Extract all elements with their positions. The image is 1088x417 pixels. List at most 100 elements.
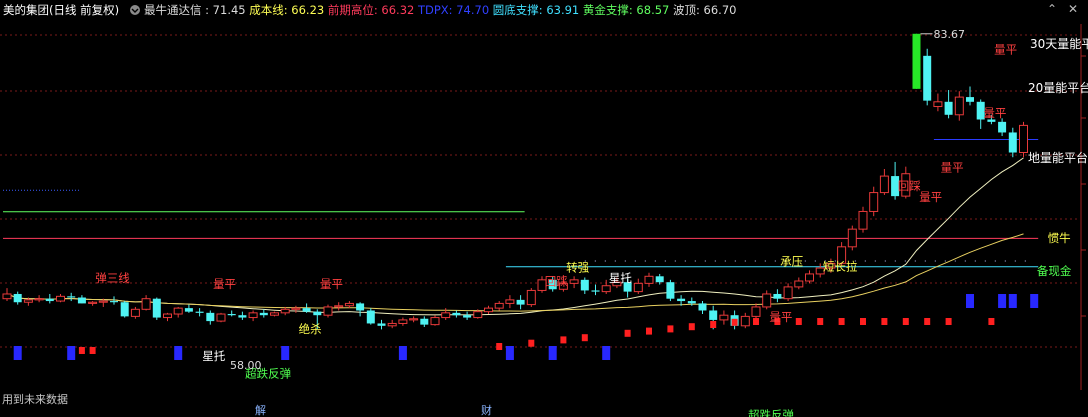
candle-body-79 <box>847 228 857 248</box>
candle-body-43 <box>463 315 472 318</box>
future-data-label: 用到未来数据 <box>2 392 68 406</box>
candle-body-27 <box>291 307 301 310</box>
marker-16: 量平 <box>320 277 343 291</box>
candle-body-63 <box>677 298 686 302</box>
candle-body-26 <box>280 308 290 314</box>
candle-body-38 <box>409 318 419 321</box>
right-label-0: 30天量能平台 <box>1030 36 1088 51</box>
candle-body-9 <box>98 300 108 303</box>
marker-6: 备现金 <box>1037 264 1072 278</box>
candle-body-39 <box>420 318 429 325</box>
candle-body-10 <box>110 301 118 303</box>
candle-body-42 <box>452 312 461 316</box>
signal-bar-20 <box>753 318 759 325</box>
marker-13: 回踩 <box>545 275 568 289</box>
signal-bar-22 <box>795 318 802 325</box>
right-label-1: 20量能平台 <box>1028 80 1088 95</box>
candle-body-85 <box>912 33 921 89</box>
candle-body-80 <box>858 210 868 230</box>
candle-body-72 <box>773 293 782 299</box>
signal-bar-19 <box>731 318 738 326</box>
candle-body-12 <box>130 308 140 317</box>
candle-body-54 <box>580 279 589 291</box>
signal-bar-32 <box>998 294 1007 308</box>
candle-body-55 <box>591 290 600 292</box>
signal-bar-17 <box>688 323 695 331</box>
candle-body-14 <box>152 298 161 318</box>
signal-bar-3 <box>89 347 96 354</box>
candle-body-16 <box>173 307 183 315</box>
event-marker-jie[interactable]: 解 <box>255 403 266 417</box>
signal-bar-18 <box>710 321 717 328</box>
candle-body-17 <box>184 308 193 312</box>
candle-body-53 <box>569 279 579 284</box>
candle-body-95 <box>1019 124 1028 154</box>
signal-bar-27 <box>902 318 909 325</box>
candle-body-33 <box>356 303 365 311</box>
readout-3: TDPX: 74.70 <box>417 3 493 17</box>
candle-body-59 <box>633 282 643 293</box>
readout-1: 成本线: 66.23 <box>249 3 328 17</box>
candle-body-87 <box>933 101 943 108</box>
candle-body-45 <box>484 307 493 313</box>
close-icon[interactable]: ✕ <box>1068 2 1078 16</box>
candle-body-65 <box>698 303 707 311</box>
event-marker-cai[interactable]: 财 <box>481 403 492 417</box>
candle-body-90 <box>966 97 974 102</box>
marker-4: 回踩 <box>898 179 921 193</box>
signal-bar-16 <box>667 325 674 333</box>
signal-bar-1 <box>67 346 76 360</box>
signal-bar-9 <box>528 339 535 347</box>
signal-bar-10 <box>548 346 557 360</box>
readout-5: 黄金支撑: 68.57 <box>583 3 673 17</box>
candle-body-5 <box>56 295 65 302</box>
signal-bar-11 <box>560 336 567 344</box>
settings-icon[interactable] <box>130 5 140 15</box>
indicator-readouts: 最牛通达信 : 71.45 成本线: 66.23 前期高位: 66.32 TDP… <box>144 3 736 17</box>
candle-body-35 <box>377 323 386 326</box>
candle-body-93 <box>998 121 1007 133</box>
candle-body-47 <box>505 299 515 304</box>
kline-chart[interactable]: 量平量平量平量平回踩惯牛备现金承压 短长拉绝杀转强星托星托回踩弹三线 量平 量平量平超… <box>0 0 1088 417</box>
candle-body-11 <box>120 302 129 317</box>
header-bar: 美的集团(日线 前复权) 最牛通达信 : 71.45 成本线: 66.23 前期… <box>3 3 736 17</box>
candle-body-86 <box>923 55 932 101</box>
candle-body-88 <box>944 101 953 115</box>
candle-body-0 <box>2 293 12 300</box>
signal-bar-14 <box>624 329 631 337</box>
readout-6: 波顶: 66.70 <box>673 3 736 17</box>
signal-bar-6 <box>398 346 407 360</box>
signal-bar-5 <box>281 346 290 360</box>
candle-body-94 <box>1008 132 1017 153</box>
candle-body-18 <box>195 311 204 313</box>
candle-body-89 <box>954 96 964 116</box>
candle-body-23 <box>248 312 258 319</box>
candle-body-44 <box>473 311 483 319</box>
marker-3: 量平 <box>919 190 942 204</box>
candle-body-28 <box>302 308 311 312</box>
collapse-icon[interactable]: ⌃ <box>1047 2 1057 16</box>
marker-1: 量平 <box>983 106 1006 120</box>
marker-10: 转强 <box>566 261 589 275</box>
signal-bar-25 <box>860 318 866 325</box>
candle-body-29 <box>313 311 322 316</box>
marker-8: 短长拉 <box>823 259 858 273</box>
signal-bar-15 <box>646 327 652 335</box>
candle-body-22 <box>238 315 247 318</box>
right-label-2: 地量能平台 <box>1028 150 1088 165</box>
candle-body-3 <box>34 298 44 301</box>
candle-body-46 <box>494 302 504 309</box>
signal-bar-12 <box>581 334 588 342</box>
candle-body-70 <box>751 306 761 317</box>
readout-0: 最牛通达信 : 71.45 <box>144 3 249 17</box>
candle-body-15 <box>163 313 172 319</box>
signal-bar-31 <box>988 318 995 325</box>
signal-bar-29 <box>945 318 952 325</box>
candle-body-37 <box>398 319 408 324</box>
candle-body-69 <box>740 315 750 327</box>
signal-bar-33 <box>1008 294 1017 308</box>
candle-body-19 <box>206 312 215 322</box>
signal-bar-24 <box>838 318 845 325</box>
candle-body-81 <box>869 192 879 212</box>
candle-body-67 <box>719 314 729 321</box>
